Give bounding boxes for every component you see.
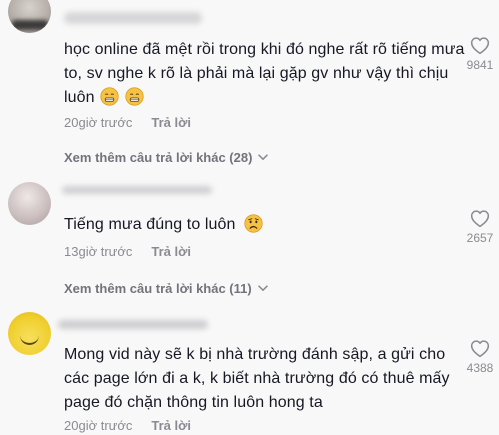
comment-line: các page lớn đi a k, k biết nhà trường đ… [64, 370, 450, 387]
timestamp: 13giờ trước [64, 244, 133, 259]
worried-emoji [244, 214, 263, 233]
comment-text: học online đã mệt rồi trong khi đó nghe … [64, 38, 465, 110]
chevron-down-icon [257, 285, 268, 291]
chevron-down-icon [258, 154, 269, 160]
comment-meta: 20giờ trước Trả lời [64, 115, 191, 130]
like-count: 9841 [466, 58, 494, 72]
like-button[interactable]: 9841 [460, 36, 499, 72]
avatar[interactable] [8, 312, 51, 355]
like-count: 4388 [466, 361, 494, 375]
like-count: 2657 [466, 231, 494, 245]
comment-line: page đó chặn thông tin luôn hong ta [64, 394, 323, 411]
timestamp: 20giờ trước [64, 115, 133, 130]
grimace-emoji [125, 87, 144, 106]
reply-button[interactable]: Trả lời [151, 418, 191, 433]
heart-outline-icon [470, 210, 490, 228]
view-more-replies-button[interactable]: Xem thêm câu trả lời khác (11) [64, 281, 268, 296]
comment-meta: 20giờ trước Trả lời [64, 418, 191, 433]
view-more-replies-label: Xem thêm câu trả lời khác (11) [64, 281, 252, 296]
comment-line: học online đã mệt rồi trong khi đó nghe … [64, 41, 465, 58]
blurred-username [58, 320, 208, 329]
grimace-emoji [100, 87, 119, 106]
heart-outline-icon [470, 340, 490, 358]
like-button[interactable]: 2657 [460, 209, 499, 245]
comment-line-last: luôn [64, 86, 465, 110]
blurred-username [62, 186, 212, 194]
comment-meta: 13giờ trước Trả lời [64, 244, 191, 259]
comment-line: Mong vid này sẽ k bị nhà trường đánh sập… [64, 346, 446, 363]
timestamp: 20giờ trước [64, 418, 133, 433]
view-more-replies-label: Xem thêm câu trả lời khác (28) [64, 150, 253, 165]
heart-outline-icon [470, 37, 490, 55]
comment-section: học online đã mệt rồi trong khi đó nghe … [0, 0, 499, 435]
reply-button[interactable]: Trả lời [151, 244, 191, 259]
comment-line: to, sv nghe k rõ là phải mà lại gặp gv n… [64, 65, 449, 82]
avatar[interactable] [8, 0, 51, 33]
reply-button[interactable]: Trả lời [151, 115, 191, 130]
like-button[interactable]: 4388 [460, 339, 499, 375]
comment-line-last: Tiếng mưa đúng to luôn [64, 213, 263, 237]
comment-text: Mong vid này sẽ k bị nhà trường đánh sập… [64, 343, 450, 415]
view-more-replies-button[interactable]: Xem thêm câu trả lời khác (28) [64, 150, 269, 165]
comment-text: Tiếng mưa đúng to luôn [64, 213, 263, 237]
avatar[interactable] [8, 182, 51, 225]
blurred-username [64, 12, 202, 24]
